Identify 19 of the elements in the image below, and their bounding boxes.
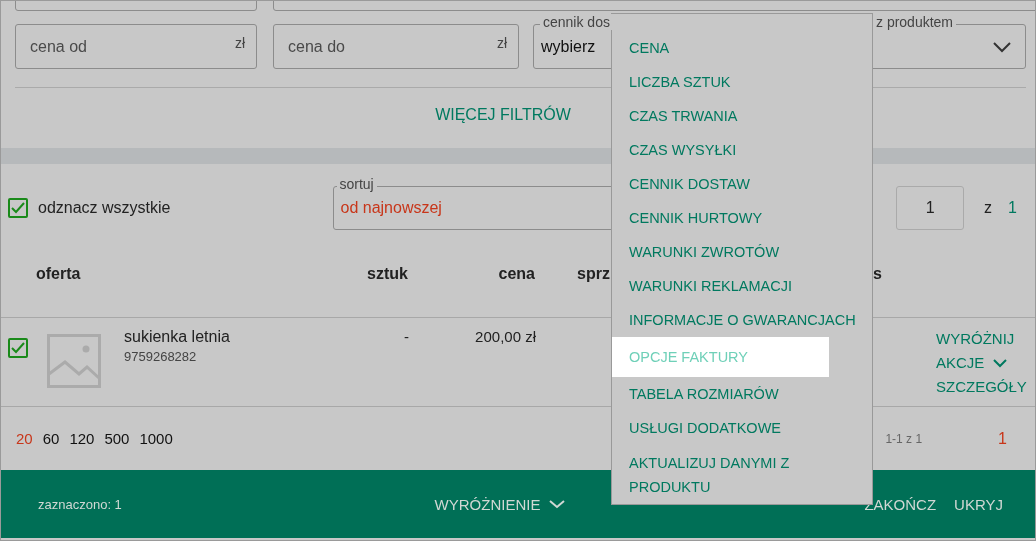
table-cell-text: - — [403, 328, 409, 345]
product-name: sukienka letnia — [124, 328, 231, 346]
column-header: sztuk — [366, 264, 408, 283]
column-header: sprz — [577, 264, 610, 283]
sort-value: od najnowszej — [339, 199, 442, 217]
selected-count: zaznaczono: 1 — [38, 496, 122, 512]
column-header: cena — [497, 264, 535, 283]
product-code: 9759268282 — [124, 349, 198, 364]
field-label: z produktem — [873, 14, 957, 30]
field-label: sortuj — [336, 176, 377, 192]
field-label: cennik dos — [540, 14, 613, 30]
range-label: 1-1 z 1 — [885, 431, 923, 446]
column-header: s — [873, 264, 882, 283]
select-value: wybierz — [540, 37, 596, 56]
column-header: oferta — [36, 264, 82, 283]
currency-label: zł — [234, 35, 245, 51]
page-of-label: z — [984, 199, 993, 217]
table-cell-text: 200,00 zł — [474, 328, 536, 345]
currency-label: zł — [496, 35, 507, 51]
